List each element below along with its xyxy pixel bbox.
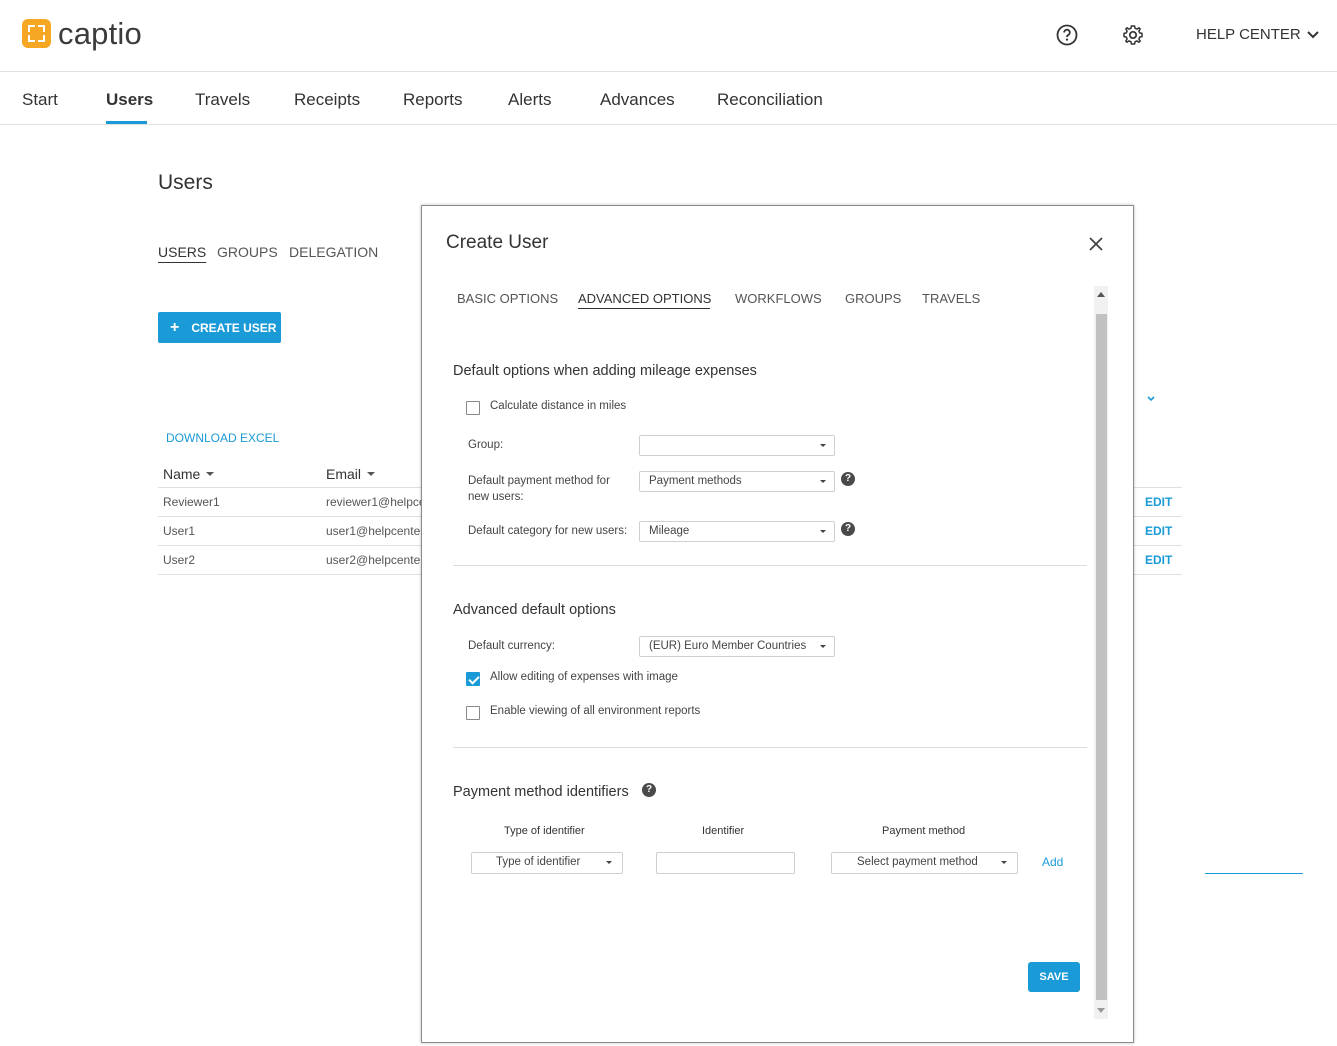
gear-icon[interactable] bbox=[1122, 24, 1144, 46]
col-head-payment: Payment method bbox=[882, 825, 966, 837]
modal-tab-active-indicator bbox=[578, 308, 710, 309]
tab-travels[interactable]: TRAVELS bbox=[922, 291, 980, 306]
page-title: Users bbox=[158, 171, 213, 194]
column-header-name[interactable]: Name bbox=[163, 466, 215, 482]
tab-delegation[interactable]: DELEGATION bbox=[289, 244, 378, 260]
payment-method-label: Default payment method for new users: bbox=[468, 475, 610, 503]
edit-button[interactable]: EDIT bbox=[1145, 495, 1172, 509]
calc-miles-label: Calculate distance in miles bbox=[490, 400, 627, 412]
mileage-section-title: Default options when adding mileage expe… bbox=[453, 363, 757, 379]
sort-caret-icon bbox=[367, 472, 376, 476]
edit-button[interactable]: EDIT bbox=[1145, 524, 1172, 538]
column-email-label: Email bbox=[326, 466, 362, 482]
enable-viewing-checkbox[interactable] bbox=[466, 706, 480, 720]
create-user-button[interactable]: + CREATE USER bbox=[158, 312, 281, 343]
dropdown-arrow-icon bbox=[1001, 861, 1007, 864]
category-select[interactable]: Mileage bbox=[639, 521, 835, 542]
edit-button[interactable]: EDIT bbox=[1145, 553, 1172, 567]
nav-active-indicator bbox=[106, 121, 147, 124]
table-cell-name: Reviewer1 bbox=[163, 495, 220, 509]
question-icon[interactable]: ? bbox=[841, 522, 855, 536]
payment-method-select[interactable]: Payment methods bbox=[639, 471, 835, 492]
help-icon[interactable] bbox=[1056, 24, 1078, 46]
help-center-menu[interactable]: HELP CENTER bbox=[1196, 26, 1319, 43]
background-divider bbox=[1205, 873, 1303, 874]
nav-item-receipts[interactable]: Receipts bbox=[294, 90, 360, 110]
column-name-label: Name bbox=[163, 466, 201, 482]
currency-select-value: (EUR) Euro Member Countries bbox=[649, 640, 807, 652]
dropdown-arrow-icon bbox=[606, 861, 612, 864]
chevron-down-icon[interactable] bbox=[1146, 389, 1156, 407]
logo-text: captio bbox=[58, 16, 142, 51]
close-icon[interactable] bbox=[1088, 236, 1104, 257]
download-excel-link[interactable]: DOWNLOAD EXCEL bbox=[166, 431, 279, 445]
question-icon[interactable]: ? bbox=[642, 783, 656, 797]
identifier-input[interactable] bbox=[656, 852, 795, 874]
identifier-type-select[interactable]: Type of identifier bbox=[471, 852, 623, 874]
section-divider bbox=[453, 747, 1087, 748]
nav-item-advances[interactable]: Advances bbox=[600, 90, 675, 110]
col-head-identifier: Identifier bbox=[702, 825, 745, 837]
logo-icon bbox=[22, 19, 51, 48]
question-icon[interactable]: ? bbox=[841, 472, 855, 486]
currency-select[interactable]: (EUR) Euro Member Countries bbox=[639, 636, 835, 657]
table-cell-name: User1 bbox=[163, 524, 196, 538]
tab-groups[interactable]: GROUPS bbox=[217, 244, 278, 260]
save-button[interactable]: SAVE bbox=[1028, 962, 1080, 992]
tab-users[interactable]: USERS bbox=[158, 244, 206, 260]
help-center-label: HELP CENTER bbox=[1196, 26, 1301, 43]
nav-item-start[interactable]: Start bbox=[22, 90, 58, 110]
plus-icon: + bbox=[170, 318, 180, 336]
calc-miles-checkbox[interactable] bbox=[466, 401, 480, 415]
table-cell-email: user1@helpcenter bbox=[326, 524, 425, 538]
nav-item-users[interactable]: Users bbox=[106, 90, 153, 110]
main-nav: Start Users Travels Receipts Reports Ale… bbox=[0, 73, 1337, 125]
table-cell-email: reviewer1@helpce bbox=[326, 495, 426, 509]
col-head-type: Type of identifier bbox=[504, 825, 585, 837]
tab-groups[interactable]: GROUPS bbox=[845, 291, 901, 306]
tab-basic-options[interactable]: BASIC OPTIONS bbox=[457, 291, 558, 306]
nav-item-reports[interactable]: Reports bbox=[403, 90, 463, 110]
top-header: captio HELP CENTER bbox=[0, 0, 1337, 72]
scroll-down-arrow-icon[interactable] bbox=[1097, 1008, 1105, 1013]
nav-item-travels[interactable]: Travels bbox=[195, 90, 250, 110]
currency-label: Default currency: bbox=[468, 640, 555, 652]
category-select-value: Mileage bbox=[649, 525, 690, 537]
allow-editing-label: Allow editing of expenses with image bbox=[490, 671, 678, 683]
group-select[interactable] bbox=[639, 435, 835, 456]
identifiers-section-title: Payment method identifiers bbox=[453, 784, 629, 800]
nav-item-alerts[interactable]: Alerts bbox=[508, 90, 551, 110]
enable-viewing-label: Enable viewing of all environment report… bbox=[490, 705, 701, 717]
sort-caret-icon bbox=[206, 472, 215, 476]
payment-method-identifier-select[interactable]: Select payment method bbox=[831, 852, 1018, 874]
section-divider bbox=[453, 565, 1087, 566]
column-header-email[interactable]: Email bbox=[326, 466, 376, 482]
scrollbar-thumb[interactable] bbox=[1096, 314, 1107, 1000]
category-label: Default category for new users: bbox=[468, 525, 628, 537]
allow-editing-checkbox[interactable] bbox=[466, 672, 480, 686]
create-user-modal: Create User BASIC OPTIONS ADVANCED OPTIO… bbox=[421, 205, 1134, 1043]
create-user-label: CREATE USER bbox=[191, 320, 277, 335]
scroll-up-arrow-icon[interactable] bbox=[1097, 292, 1105, 297]
captio-logo[interactable]: captio bbox=[22, 16, 142, 51]
group-label: Group: bbox=[468, 439, 504, 451]
dropdown-arrow-icon bbox=[820, 530, 826, 533]
tab-workflows[interactable]: WORKFLOWS bbox=[735, 291, 822, 306]
dropdown-arrow-icon bbox=[820, 444, 826, 447]
payment-method-identifier-value: Select payment method bbox=[857, 856, 978, 868]
table-cell-name: User2 bbox=[163, 553, 196, 567]
dropdown-arrow-icon bbox=[820, 480, 826, 483]
payment-method-select-value: Payment methods bbox=[649, 475, 742, 487]
identifier-type-value: Type of identifier bbox=[496, 856, 581, 868]
modal-title: Create User bbox=[446, 232, 549, 253]
nav-item-reconciliation[interactable]: Reconciliation bbox=[717, 90, 823, 110]
add-identifier-link[interactable]: Add bbox=[1042, 855, 1063, 869]
table-cell-email: user2@helpcenter bbox=[326, 553, 425, 567]
advanced-section-title: Advanced default options bbox=[453, 602, 616, 618]
chevron-down-icon bbox=[1307, 30, 1319, 38]
dropdown-arrow-icon bbox=[820, 645, 826, 648]
tab-advanced-options[interactable]: ADVANCED OPTIONS bbox=[578, 291, 711, 306]
